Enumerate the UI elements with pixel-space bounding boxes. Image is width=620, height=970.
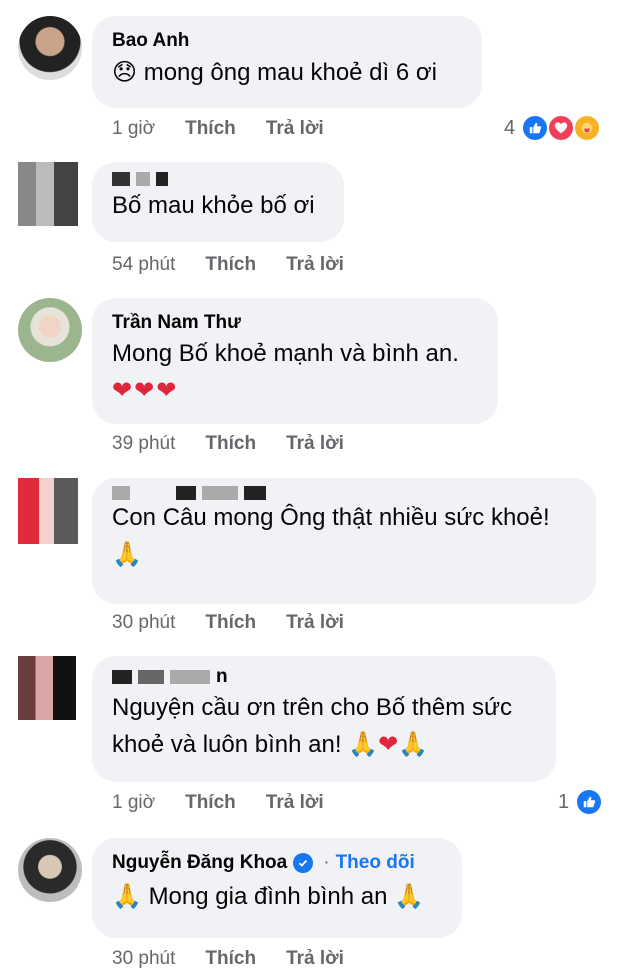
love-reaction-icon (547, 114, 576, 142)
redacted-name (112, 670, 132, 684)
comment-text-line1: Nguyện cầu ơn trên cho Bố thêm sức (112, 694, 513, 721)
reply-button[interactable]: Trả lời (286, 433, 344, 455)
comment-meta: 54 phút Thích Trả lời (112, 254, 344, 276)
comment-text: 😞 mong ông mau khoẻ dì 6 ơi (112, 54, 462, 91)
reply-button[interactable]: Trả lời (266, 118, 324, 140)
like-reaction-icon (575, 788, 604, 816)
redacted-name (176, 486, 196, 500)
like-button[interactable]: Thích (205, 254, 256, 276)
pray-heart-icons: 🙏❤🙏 (348, 730, 429, 758)
comment-bubble: Bao Anh 😞 mong ông mau khoẻ dì 6 ơi (92, 16, 482, 108)
comment-text-line2: khoẻ và luôn bình an! 🙏❤🙏 (112, 726, 536, 763)
comment-text: 🙏 Mong gia đình bình an 🙏 (112, 878, 442, 915)
reply-button[interactable]: Trả lời (286, 948, 344, 970)
comment-body: khoẻ và luôn bình an! (112, 731, 342, 758)
like-button[interactable]: Thích (185, 118, 236, 140)
redacted-name (244, 486, 266, 500)
comment-body: mong ông mau khoẻ dì 6 ơi (143, 59, 437, 86)
comment-bubble: Nguyễn Đăng Khoa · Theo dõi 🙏 Mong gia đ… (92, 838, 462, 938)
pray-icon: 🙏 (112, 882, 142, 910)
comment-author[interactable]: Trần Nam Thư (112, 310, 478, 336)
timestamp[interactable]: 1 giờ (112, 792, 155, 814)
avatar[interactable] (18, 298, 82, 362)
comment-bubble: Con Câu mong Ông thật nhiều sức khoẻ! 🙏 (92, 478, 596, 604)
like-button[interactable]: Thích (205, 612, 256, 634)
reaction-summary[interactable]: 1 (558, 788, 604, 816)
comment-author[interactable]: Bao Anh (112, 28, 462, 54)
timestamp[interactable]: 39 phút (112, 433, 175, 455)
comment-bubble: n Nguyện cầu ơn trên cho Bố thêm sức kho… (92, 656, 556, 782)
pray-icon: 🙏 (394, 882, 424, 910)
comment-meta: 1 giờ Thích Trả lời (112, 118, 324, 140)
avatar[interactable] (18, 162, 78, 226)
comment-author[interactable]: Nguyễn Đăng Khoa (112, 850, 287, 876)
pray-icon: 🙏 (112, 540, 142, 568)
comment-author-row: Nguyễn Đăng Khoa · Theo dõi (112, 850, 442, 876)
comment-body: Mong gia đình bình an (148, 883, 388, 910)
like-reaction-icon (521, 114, 550, 142)
comment-meta: 39 phút Thích Trả lời (112, 433, 344, 455)
redacted-name (156, 172, 168, 186)
redacted-name (112, 172, 130, 186)
redacted-name (170, 670, 210, 684)
reply-button[interactable]: Trả lời (286, 612, 344, 634)
comment-bubble: Trần Nam Thư Mong Bố khoẻ mạnh và bình a… (92, 298, 498, 424)
avatar[interactable] (18, 838, 82, 902)
timestamp[interactable]: 1 giờ (112, 118, 155, 140)
like-button[interactable]: Thích (185, 792, 236, 814)
comment-meta: 30 phút Thích Trả lời (112, 612, 344, 634)
care-reaction-icon (573, 114, 602, 142)
comment-author-redacted[interactable]: n (112, 664, 536, 690)
redacted-name (136, 172, 150, 186)
avatar[interactable] (18, 16, 82, 80)
verified-badge-icon (293, 853, 314, 873)
like-button[interactable]: Thích (205, 433, 256, 455)
avatar[interactable] (18, 656, 76, 720)
comment-author-partial: n (216, 666, 228, 687)
comment-author-redacted[interactable] (112, 172, 324, 186)
comment-bubble: Bố mau khỏe bố ơi (92, 162, 344, 242)
comment-meta: 30 phút Thích Trả lời (112, 948, 344, 970)
avatar[interactable] (18, 478, 78, 544)
follow-button[interactable]: Theo dõi (336, 850, 415, 876)
heart-icons: ❤❤❤ (112, 376, 179, 404)
comment-meta: 1 giờ Thích Trả lời (112, 792, 324, 814)
comment-text: Mong Bố khoẻ mạnh và bình an. (112, 340, 459, 367)
redacted-name (138, 670, 164, 684)
reaction-count: 1 (558, 790, 570, 813)
disappointed-face-icon: 😞 (112, 58, 138, 86)
comment-text: Con Câu mong Ông thật nhiều sức khoẻ! (112, 504, 550, 531)
reaction-summary[interactable]: 4 (504, 114, 602, 142)
timestamp[interactable]: 30 phút (112, 948, 175, 970)
reaction-count: 4 (504, 116, 516, 139)
timestamp[interactable]: 54 phút (112, 254, 175, 276)
timestamp[interactable]: 30 phút (112, 612, 175, 634)
like-button[interactable]: Thích (205, 948, 256, 970)
separator-dot: · (323, 852, 330, 873)
reply-button[interactable]: Trả lời (286, 254, 344, 276)
reply-button[interactable]: Trả lời (266, 792, 324, 814)
redacted-name (112, 486, 130, 500)
comment-author-redacted[interactable] (112, 486, 576, 500)
redacted-name (202, 486, 238, 500)
comment-text: Bố mau khỏe bố ơi (112, 192, 315, 219)
